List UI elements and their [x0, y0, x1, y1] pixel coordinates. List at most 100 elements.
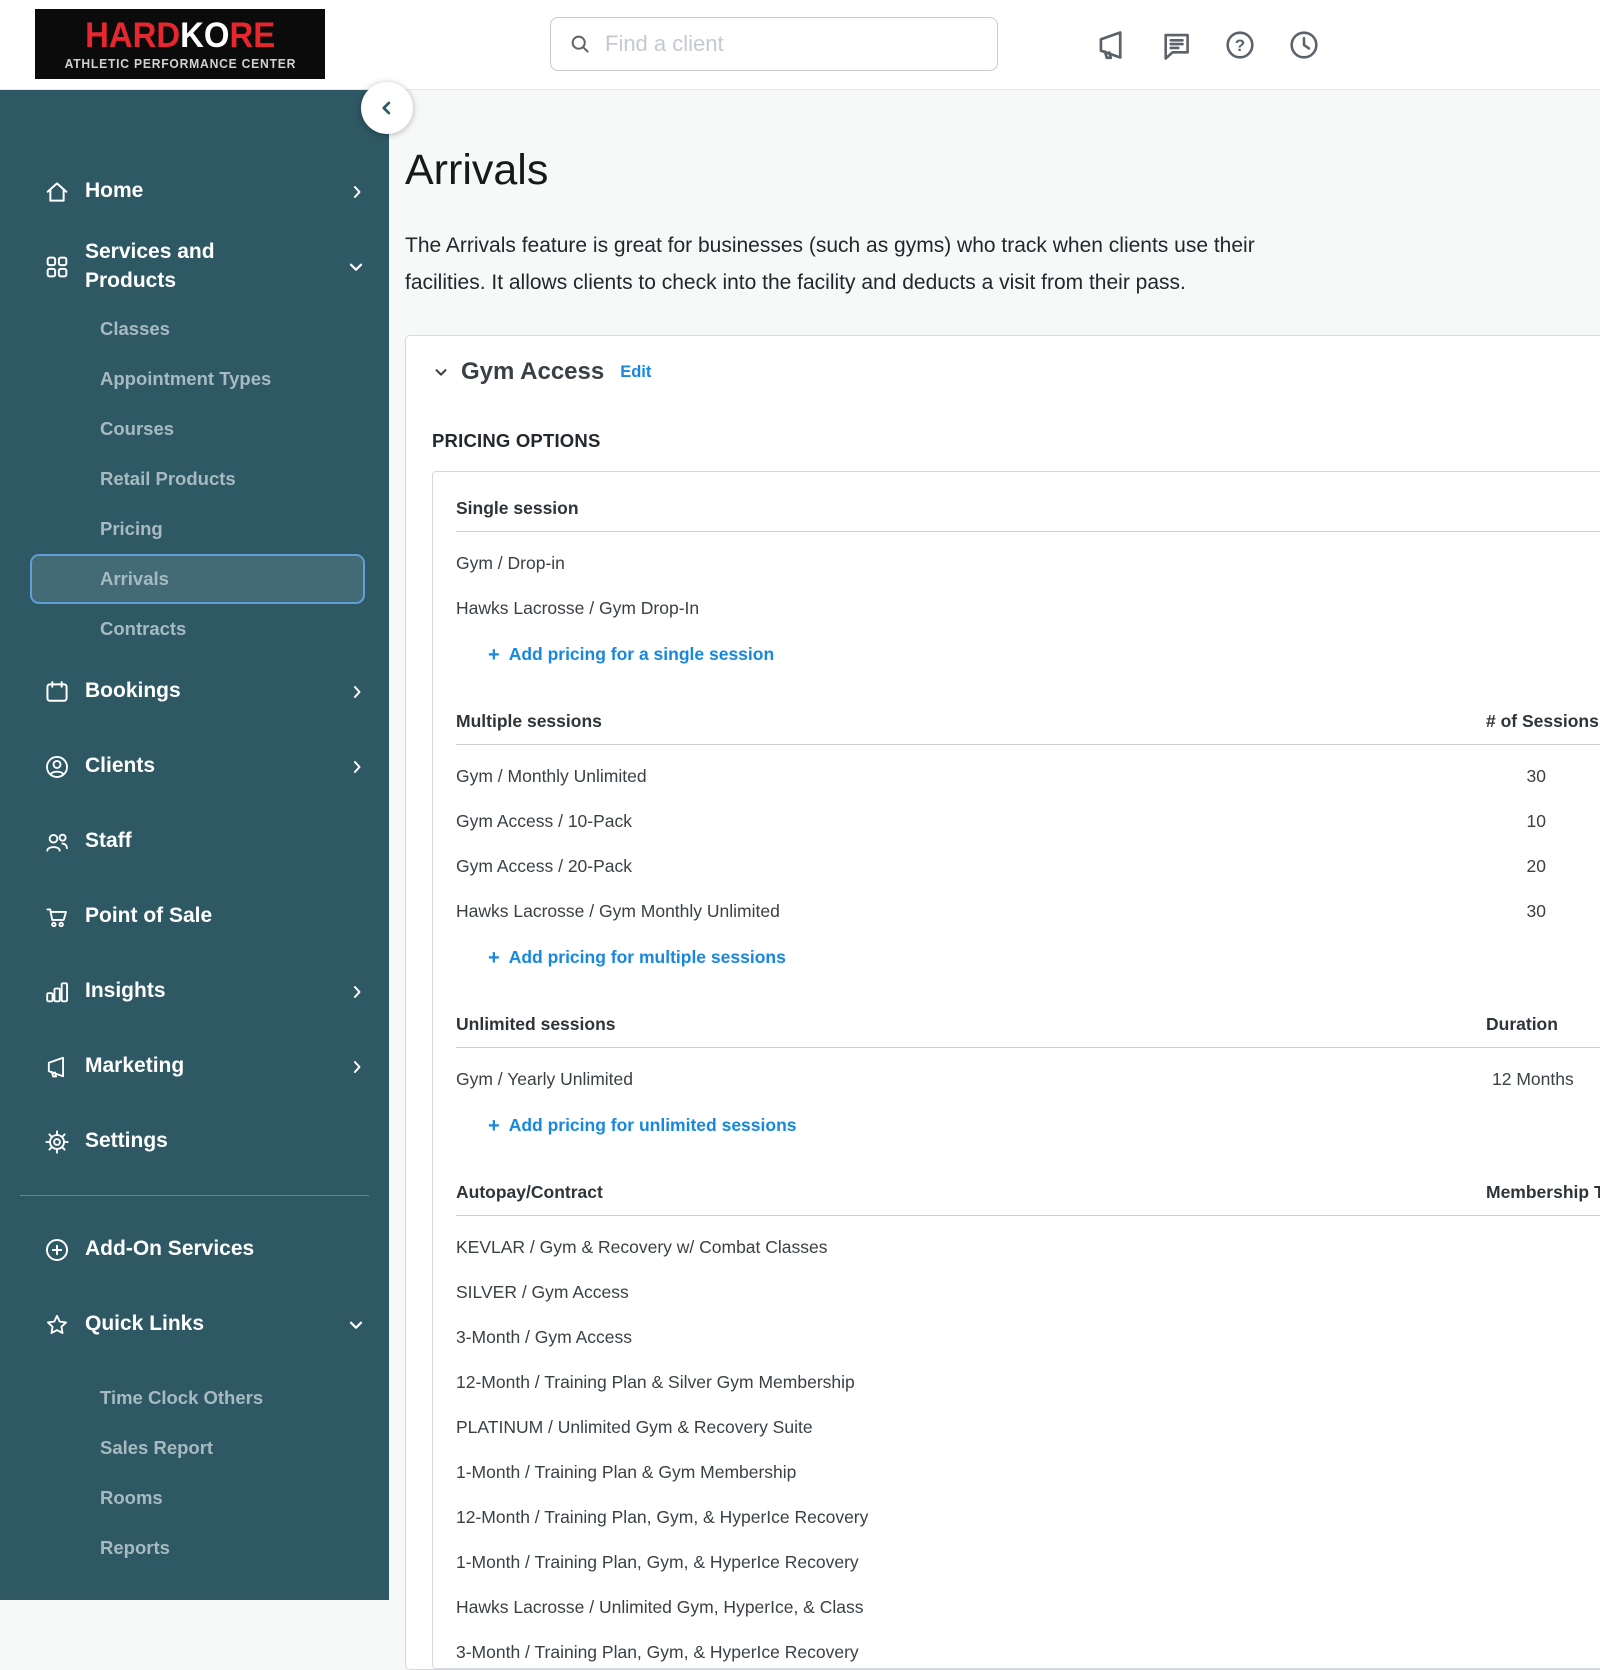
sidebar-item-staff[interactable]: Staff	[0, 804, 389, 879]
column-header-sessions: # of Sessions	[1486, 711, 1599, 731]
megaphone-icon[interactable]	[1093, 26, 1131, 64]
plus-icon: +	[488, 643, 500, 666]
help-icon[interactable]: ?	[1221, 26, 1259, 64]
plus-icon: +	[488, 1114, 500, 1137]
sidebar-item-marketing[interactable]: Marketing	[0, 1029, 389, 1104]
add-pricing-label: Add pricing for a single session	[508, 644, 775, 664]
pricing-row: Gym / Yearly Unlimited 12 Months	[456, 1070, 1600, 1089]
chevron-right-icon	[347, 982, 367, 1002]
pricing-row-label: Gym Access / 20-Pack	[456, 856, 633, 876]
add-pricing-label: Add pricing for unlimited sessions	[508, 1115, 797, 1135]
logo-part: KO	[179, 15, 230, 55]
sidebar-item-classes[interactable]: Classes	[0, 304, 389, 354]
chevron-right-icon	[347, 182, 367, 202]
page-title: Arrivals	[405, 146, 549, 194]
pricing-row-value: 10	[1526, 811, 1546, 831]
pricing-row: KEVLAR / Gym & Recovery w/ Combat Classe…	[456, 1238, 1600, 1257]
sidebar-item-point-of-sale[interactable]: Point of Sale	[0, 879, 389, 954]
chevron-down-icon	[345, 1314, 367, 1336]
add-pricing-label: Add pricing for multiple sessions	[508, 947, 786, 967]
column-header-duration: Duration	[1486, 1014, 1558, 1034]
sidebar-item-label: Quick Links	[85, 1312, 205, 1336]
add-pricing-single-session-link[interactable]: + Add pricing for a single session	[488, 644, 1600, 665]
sidebar-item-contracts[interactable]: Contracts	[0, 604, 389, 654]
sidebar-item-appointment-types[interactable]: Appointment Types	[0, 354, 389, 404]
chevron-right-icon	[347, 757, 367, 777]
pricing-group-autopay-contract: Autopay/Contract Membership Type KEVLAR …	[456, 1182, 1600, 1662]
chat-icon[interactable]	[1157, 26, 1195, 64]
cart-icon	[42, 903, 72, 931]
sidebar-item-services-and-products[interactable]: Services and Products	[0, 229, 389, 304]
megaphone-icon	[42, 1053, 72, 1081]
sidebar-item-bookings[interactable]: Bookings	[0, 654, 389, 729]
sidebar-item-time-clock-others[interactable]: Time Clock Others	[0, 1373, 389, 1423]
pricing-row: Hawks Lacrosse / Gym Monthly Unlimited 3…	[456, 902, 1600, 921]
page-description: The Arrivals feature is great for busine…	[405, 227, 1600, 301]
bar-chart-icon	[42, 978, 72, 1006]
quick-links-submenu: Time Clock Others Sales Report Rooms Rep…	[0, 1373, 389, 1573]
pricing-row: Gym Access / 20-Pack 20	[456, 857, 1600, 876]
logo-wordmark: HARDKORE	[85, 18, 275, 53]
gear-icon	[42, 1128, 72, 1156]
pricing-row-label: Hawks Lacrosse / Gym Monthly Unlimited	[456, 901, 780, 921]
sidebar-item-reports[interactable]: Reports	[0, 1523, 389, 1573]
sidebar-item-pricing[interactable]: Pricing	[0, 504, 389, 554]
pricing-row-label: Hawks Lacrosse / Unlimited Gym, HyperIce…	[456, 1597, 864, 1617]
clock-icon[interactable]	[1285, 26, 1323, 64]
sidebar-item-sales-report[interactable]: Sales Report	[0, 1423, 389, 1473]
pricing-options-label: PRICING OPTIONS	[432, 430, 601, 451]
logo-subtitle: ATHLETIC PERFORMANCE CENTER	[64, 56, 296, 71]
add-pricing-multiple-sessions-link[interactable]: + Add pricing for multiple sessions	[488, 947, 1600, 968]
sidebar-item-label: Staff	[85, 829, 132, 853]
home-icon	[42, 178, 72, 206]
logo[interactable]: HARDKORE ATHLETIC PERFORMANCE CENTER	[35, 9, 325, 79]
services-submenu: Classes Appointment Types Courses Retail…	[0, 304, 389, 654]
edit-link[interactable]: Edit	[620, 363, 651, 382]
pricing-row-label: 12-Month / Training Plan & Silver Gym Me…	[456, 1372, 855, 1392]
sidebar-item-label: Add-On Services	[85, 1237, 255, 1261]
pricing-row: SILVER / Gym Access	[456, 1283, 1600, 1302]
sidebar-item-add-on-services[interactable]: Add-On Services	[0, 1212, 389, 1287]
svg-text:?: ?	[1235, 36, 1245, 55]
sidebar-collapse-button[interactable]	[361, 82, 413, 134]
pricing-row-label: 12-Month / Training Plan, Gym, & HyperIc…	[456, 1507, 869, 1527]
sidebar-item-arrivals[interactable]: Arrivals	[30, 554, 365, 604]
grid-icon	[42, 253, 72, 281]
pricing-row: PLATINUM / Unlimited Gym & Recovery Suit…	[456, 1418, 1600, 1437]
main-content: Arrivals The Arrivals feature is great f…	[389, 90, 1600, 1670]
calendar-icon	[42, 678, 72, 706]
sidebar-item-settings[interactable]: Settings	[0, 1104, 389, 1179]
pricing-row: 1-Month / Training Plan, Gym, & HyperIce…	[456, 1553, 1600, 1572]
client-search[interactable]	[550, 17, 998, 71]
pricing-row-value: 12 Months	[1492, 1069, 1574, 1089]
chevron-right-icon	[347, 682, 367, 702]
sidebar-item-rooms[interactable]: Rooms	[0, 1473, 389, 1523]
staff-icon	[42, 828, 72, 856]
section-title[interactable]: Gym Access	[461, 358, 604, 386]
logo-part: HARD	[84, 15, 180, 55]
logo-part: RE	[229, 15, 276, 55]
sidebar-item-home[interactable]: Home	[0, 154, 389, 229]
pricing-row-label: Hawks Lacrosse / Gym Drop-In	[456, 598, 700, 618]
sidebar-item-insights[interactable]: Insights	[0, 954, 389, 1029]
sidebar-item-courses[interactable]: Courses	[0, 404, 389, 454]
chevron-left-icon	[376, 97, 398, 119]
sidebar-nav: Home Services and Products Classes Appoi…	[0, 90, 389, 1573]
pricing-row-value: 30	[1526, 901, 1546, 921]
add-pricing-unlimited-sessions-link[interactable]: + Add pricing for unlimited sessions	[488, 1115, 1600, 1136]
sidebar-item-label: Point of Sale	[85, 904, 213, 928]
pricing-row-label: 1-Month / Training Plan & Gym Membership	[456, 1462, 797, 1482]
sidebar-item-label: Services and Products	[85, 240, 215, 292]
sidebar-item-clients[interactable]: Clients	[0, 729, 389, 804]
chevron-down-icon[interactable]	[432, 363, 450, 381]
sidebar-item-quick-links[interactable]: Quick Links	[0, 1287, 389, 1362]
pricing-group-title: Autopay/Contract	[456, 1182, 603, 1202]
client-search-input[interactable]	[605, 31, 983, 57]
pricing-row-label: Gym / Yearly Unlimited	[456, 1069, 634, 1089]
pricing-row-label: Gym / Drop-in	[456, 553, 565, 573]
pricing-row: Gym / Drop-in	[456, 554, 1600, 573]
pricing-row-label: 3-Month / Training Plan, Gym, & HyperIce…	[456, 1642, 859, 1662]
sidebar-item-retail-products[interactable]: Retail Products	[0, 454, 389, 504]
pricing-group-header: Unlimited sessions Duration	[456, 1014, 1600, 1048]
